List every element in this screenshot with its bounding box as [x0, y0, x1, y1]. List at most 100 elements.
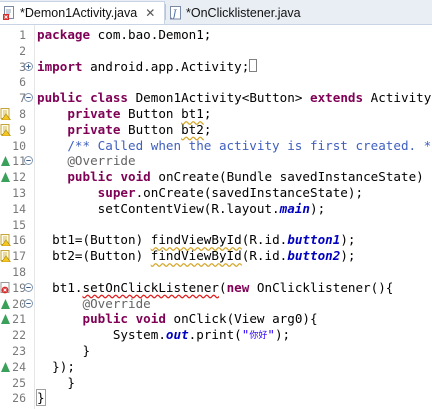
code-line[interactable]: 7 public class Demon1Activity<Button> ext…: [0, 90, 432, 106]
code-line[interactable]: 16 bt1=(Button) findViewById(R.id.button…: [0, 232, 432, 248]
code-line[interactable]: 23 }: [0, 343, 432, 359]
line-number: 13: [12, 186, 26, 200]
java-file-icon: J: [170, 5, 181, 20]
code-token: });: [37, 358, 75, 374]
code-text: private Button bt2;: [37, 122, 211, 138]
code-line[interactable]: 14 setContentView(R.layout.main);: [0, 201, 432, 217]
code-token: );: [274, 327, 291, 343]
code-line[interactable]: 24 });: [0, 359, 432, 375]
code-line[interactable]: 20 @Override: [0, 296, 432, 312]
override-icon[interactable]: [0, 155, 11, 167]
code-line[interactable]: 1 package com.bao.Demon1;: [0, 27, 432, 43]
code-text: bt1=(Button) findViewById(R.id.button1);: [37, 232, 355, 248]
line-number: 18: [12, 265, 26, 279]
line-number: 26: [12, 391, 26, 406]
code-line[interactable]: 10 /** Called when the activity is first…: [0, 138, 432, 154]
line-number: 25: [12, 375, 26, 390]
expand-fold-icon[interactable]: [24, 61, 33, 71]
code-text: bt2=(Button) findViewById(R.id.button2);: [37, 248, 355, 264]
code-token: button1: [287, 232, 341, 248]
code-text: public class Demon1Activity<Button> exte…: [37, 90, 432, 106]
collapse-fold-icon[interactable]: [24, 298, 33, 308]
code-token: }: [36, 389, 46, 407]
tab-label: *Demon1Activity.java: [20, 6, 138, 20]
code-text: public void onCreate(Bundle savedInstanc…: [37, 169, 432, 185]
code-token: Activity: [363, 90, 432, 106]
code-line[interactable]: 15: [0, 217, 432, 233]
line-number: 23: [12, 344, 26, 358]
tab-label: *OnClicklistener.java: [186, 5, 301, 20]
code-line[interactable]: 26}: [0, 389, 432, 407]
code-token: @Override: [37, 295, 151, 311]
code-line[interactable]: 17 bt2=(Button) findViewById(R.id.button…: [0, 248, 432, 264]
code-token: );: [309, 200, 326, 216]
collapse-fold-icon[interactable]: [24, 156, 33, 166]
code-line[interactable]: 8 private Button bt1;: [0, 106, 432, 122]
code-token: package: [37, 27, 91, 42]
code-line[interactable]: 9 private Button bt2;: [0, 122, 432, 138]
code-text: }: [36, 389, 46, 407]
warning-icon[interactable]: [0, 250, 11, 263]
override-icon[interactable]: [0, 171, 11, 183]
svg-text:J: J: [171, 9, 178, 20]
line-number: 10: [12, 138, 26, 153]
warning-icon[interactable]: [0, 108, 11, 120]
code-token: ;: [203, 121, 212, 137]
tab-onclicklistener[interactable]: J *OnClicklistener.java: [166, 1, 344, 24]
code-token: button2: [287, 248, 341, 264]
code-line[interactable]: 6: [0, 74, 432, 90]
code-text: bt1.setOnClickListener(new OnClicklisten…: [37, 280, 393, 296]
code-token: bt2=(Button): [37, 248, 151, 264]
code-line[interactable]: 22 System.out.print("你好");: [0, 327, 432, 343]
code-token: out: [165, 327, 189, 343]
code-token: com.bao.Demon1;: [90, 27, 212, 42]
code-token: Button: [120, 106, 182, 121]
override-icon[interactable]: [0, 298, 11, 310]
code-token: }: [37, 343, 91, 358]
code-token: findViewById: [150, 232, 242, 248]
code-token: super: [97, 185, 136, 200]
collapse-fold-icon[interactable]: [24, 282, 33, 292]
code-line[interactable]: 25 }: [0, 375, 432, 391]
folded-imports-marker[interactable]: [249, 58, 258, 72]
code-token: main: [279, 200, 310, 216]
code-line[interactable]: 11 @Override: [0, 153, 432, 169]
error-icon[interactable]: [0, 281, 11, 294]
code-token: private: [67, 121, 121, 137]
close-tab-icon[interactable]: ✕: [145, 6, 155, 20]
code-token: new: [226, 279, 250, 295]
code-line[interactable]: 19 bt1.setOnClickListener(new OnClicklis…: [0, 280, 432, 296]
override-icon[interactable]: [0, 313, 11, 325]
warning-icon[interactable]: [0, 123, 11, 136]
line-number: 22: [12, 328, 26, 343]
override-icon[interactable]: [0, 361, 11, 373]
code-token: onCreate(Bundle savedInstanceState) {: [150, 169, 432, 185]
code-token: bt1=(Button): [37, 232, 151, 248]
code-text: /** Called when the activity is first cr…: [37, 138, 432, 154]
code-token: onClick(View arg0){: [165, 311, 318, 327]
java-editor-window: *Demon1Activity.java ✕ J *OnClicklistene…: [0, 0, 432, 409]
line-number: 6: [19, 75, 26, 90]
code-token: .print(: [188, 327, 242, 343]
code-line[interactable]: 18: [0, 264, 432, 280]
code-token: .onCreate(savedInstanceState);: [135, 185, 364, 200]
code-token: android.app.Activity;: [82, 58, 250, 74]
code-token: public: [67, 169, 113, 185]
code-text: import android.app.Activity;: [37, 58, 258, 75]
code-token: System.: [37, 327, 166, 343]
code-line[interactable]: 21 public void onClick(View arg0){: [0, 311, 432, 327]
code-token: );: [340, 232, 356, 248]
code-token: /** Called when the activity is first cr…: [37, 137, 432, 153]
code-line[interactable]: 2: [0, 43, 432, 59]
tab-demon1activity[interactable]: *Demon1Activity.java ✕: [0, 1, 165, 24]
warning-icon[interactable]: [0, 234, 11, 247]
code-text: package com.bao.Demon1;: [37, 27, 211, 43]
collapse-fold-icon[interactable]: [24, 93, 33, 103]
code-text: @Override: [37, 153, 135, 169]
code-line[interactable]: 3 import android.app.Activity;: [0, 58, 432, 75]
code-line[interactable]: 12 public void onCreate(Bundle savedInst…: [0, 169, 432, 185]
code-line[interactable]: 13 super.onCreate(savedInstanceState);: [0, 185, 432, 201]
